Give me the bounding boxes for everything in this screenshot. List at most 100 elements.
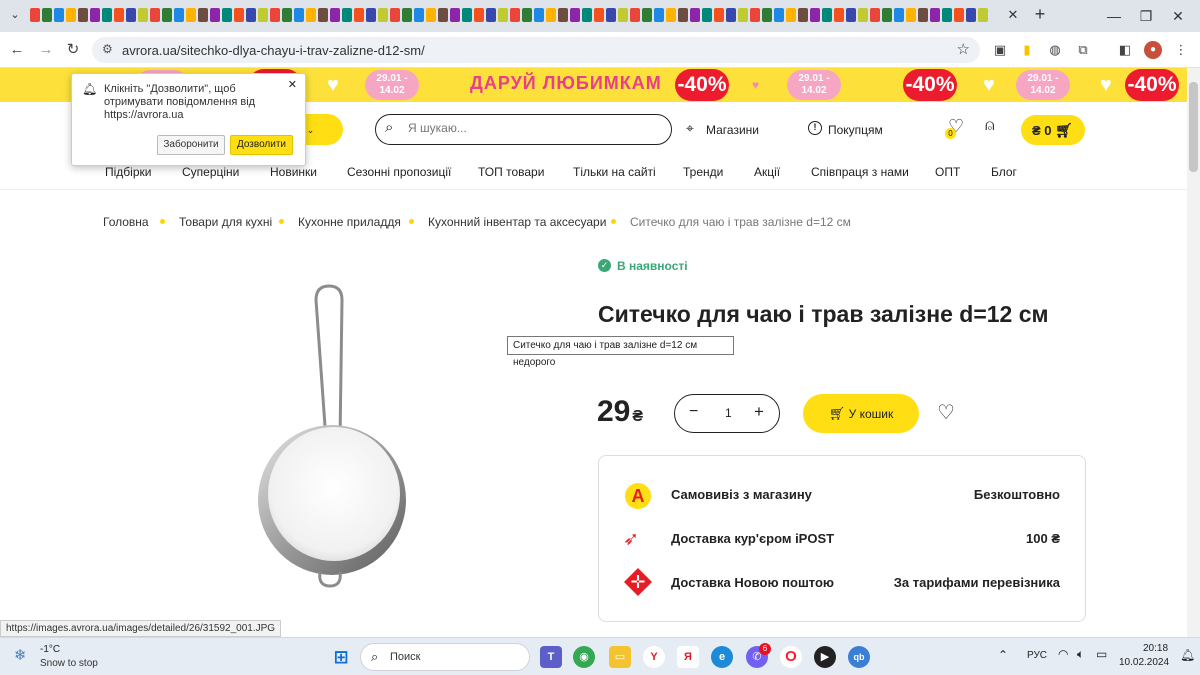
menu-item[interactable]: Суперціни — [182, 165, 239, 179]
stores-link[interactable]: Магазини — [706, 123, 759, 137]
tab-favicon[interactable] — [966, 8, 976, 22]
tab-favicon[interactable] — [90, 8, 100, 22]
tab-favicon[interactable] — [198, 8, 208, 22]
account-user-icon[interactable]: ⍝ — [985, 117, 995, 135]
tab-favicon[interactable] — [558, 8, 568, 22]
tab-favicons[interactable] — [30, 8, 998, 24]
page-scrollbar[interactable] — [1187, 68, 1200, 637]
url-text[interactable]: avrora.ua/sitechko-dlya-chayu-i-trav-zal… — [122, 43, 425, 58]
tab-favicon[interactable] — [750, 8, 760, 22]
allow-button[interactable]: Дозволити — [230, 135, 293, 155]
breadcrumb-item[interactable]: Товари для кухні — [179, 215, 272, 229]
tab-favicon[interactable] — [606, 8, 616, 22]
tab-favicon[interactable] — [534, 8, 544, 22]
tab-favicon[interactable] — [66, 8, 76, 22]
tab-favicon[interactable] — [762, 8, 772, 22]
notifications-icon[interactable]: 🔔︎ — [1180, 648, 1195, 662]
back-button[interactable]: ← — [7, 40, 27, 60]
address-bar[interactable]: ⚙ avrora.ua/sitechko-dlya-chayu-i-trav-z… — [92, 37, 980, 63]
tab-favicon[interactable] — [210, 8, 220, 22]
tab-favicon[interactable] — [258, 8, 268, 22]
tray-chevron-up-icon[interactable]: ⌃ — [998, 648, 1008, 662]
breadcrumb-item[interactable]: Кухонне приладдя — [298, 215, 401, 229]
weather-text[interactable]: Snow to stop — [40, 658, 98, 669]
tab-favicon[interactable] — [114, 8, 124, 22]
tab-favicon[interactable] — [30, 8, 40, 22]
restore-button[interactable]: ❐ — [1132, 6, 1160, 26]
tab-favicon[interactable] — [786, 8, 796, 22]
menu-item[interactable]: Новинки — [270, 165, 317, 179]
tab-favicon[interactable] — [450, 8, 460, 22]
menu-kebab-icon[interactable]: ⋮ — [1172, 41, 1190, 59]
tab-favicon[interactable] — [594, 8, 604, 22]
image-search-icon[interactable]: ▣ — [991, 41, 1009, 59]
taskbar-search-box[interactable]: ⌕ Поиск — [360, 643, 530, 671]
tab-favicon[interactable] — [570, 8, 580, 22]
tab-favicon[interactable] — [54, 8, 64, 22]
tab-favicon[interactable] — [714, 8, 724, 22]
media-player-icon[interactable]: ▶ — [814, 646, 836, 668]
tab-favicon[interactable] — [294, 8, 304, 22]
product-image[interactable] — [250, 280, 420, 590]
yandex-browser-icon[interactable]: Y — [643, 646, 665, 668]
tab-favicon[interactable] — [438, 8, 448, 22]
tab-favicon[interactable] — [978, 8, 988, 22]
language-indicator[interactable]: РУС — [1027, 650, 1047, 661]
tab-favicon[interactable] — [306, 8, 316, 22]
tab-favicon[interactable] — [174, 8, 184, 22]
tab-favicon[interactable] — [162, 8, 172, 22]
active-tab-close-icon[interactable]: ✕ — [1004, 7, 1022, 25]
tab-favicon[interactable] — [834, 8, 844, 22]
tab-favicon[interactable] — [810, 8, 820, 22]
tab-favicon[interactable] — [462, 8, 472, 22]
tab-favicon[interactable] — [102, 8, 112, 22]
tab-favicon[interactable] — [774, 8, 784, 22]
tab-favicon[interactable] — [894, 8, 904, 22]
tab-favicon[interactable] — [402, 8, 412, 22]
tab-favicon[interactable] — [582, 8, 592, 22]
breadcrumb-item[interactable]: Кухонний інвентар та аксесуари — [428, 215, 606, 229]
tab-favicon[interactable] — [882, 8, 892, 22]
sidebar-icon[interactable]: ◧ — [1116, 41, 1134, 59]
cart-button[interactable]: ₴ 0 🛒︎ — [1021, 115, 1085, 145]
tab-favicon[interactable] — [690, 8, 700, 22]
menu-item[interactable]: Акції — [754, 165, 780, 179]
minimize-button[interactable]: — — [1100, 6, 1128, 26]
buyers-link[interactable]: Покупцям — [828, 123, 883, 137]
menu-item[interactable]: ОПТ — [935, 165, 960, 179]
wifi-icon[interactable]: ◠ — [1058, 647, 1068, 661]
extensions-puzzle-icon[interactable]: ⧉ — [1074, 41, 1092, 59]
tab-favicon[interactable] — [354, 8, 364, 22]
tab-favicon[interactable] — [498, 8, 508, 22]
tab-favicon[interactable] — [846, 8, 856, 22]
tab-favicon[interactable] — [42, 8, 52, 22]
volume-icon[interactable]: 🔈︎ — [1077, 647, 1084, 662]
tab-favicon[interactable] — [858, 8, 868, 22]
tab-favicon[interactable] — [942, 8, 952, 22]
tab-favicon[interactable] — [642, 8, 652, 22]
tab-favicon[interactable] — [486, 8, 496, 22]
search-box[interactable]: ⌕ — [375, 114, 672, 145]
tab-favicon[interactable] — [234, 8, 244, 22]
tab-favicon[interactable] — [510, 8, 520, 22]
file-explorer-icon[interactable]: ▭ — [609, 646, 631, 668]
menu-item[interactable]: ТОП товари — [478, 165, 544, 179]
menu-item[interactable]: Тільки на сайті — [573, 165, 656, 179]
tab-favicon[interactable] — [330, 8, 340, 22]
teams-icon[interactable]: T — [540, 646, 562, 668]
translate-icon[interactable]: ◍ — [1046, 41, 1064, 59]
qbittorrent-icon[interactable]: qb — [848, 646, 870, 668]
breadcrumb-item[interactable]: Головна — [103, 215, 149, 229]
reload-button[interactable]: ↻ — [63, 40, 83, 60]
location-pin-icon[interactable]: ⌖ — [686, 120, 694, 137]
tab-favicon[interactable] — [366, 8, 376, 22]
add-to-cart-button[interactable]: 🛒︎ У кошик — [803, 394, 919, 433]
clock-date[interactable]: 10.02.2024 — [1119, 657, 1169, 668]
tab-favicon[interactable] — [426, 8, 436, 22]
yandex-icon[interactable]: Я — [677, 646, 699, 668]
tab-favicon[interactable] — [918, 8, 928, 22]
tab-favicon[interactable] — [630, 8, 640, 22]
tab-favicon[interactable] — [822, 8, 832, 22]
tab-favicon[interactable] — [342, 8, 352, 22]
tab-favicon[interactable] — [906, 8, 916, 22]
